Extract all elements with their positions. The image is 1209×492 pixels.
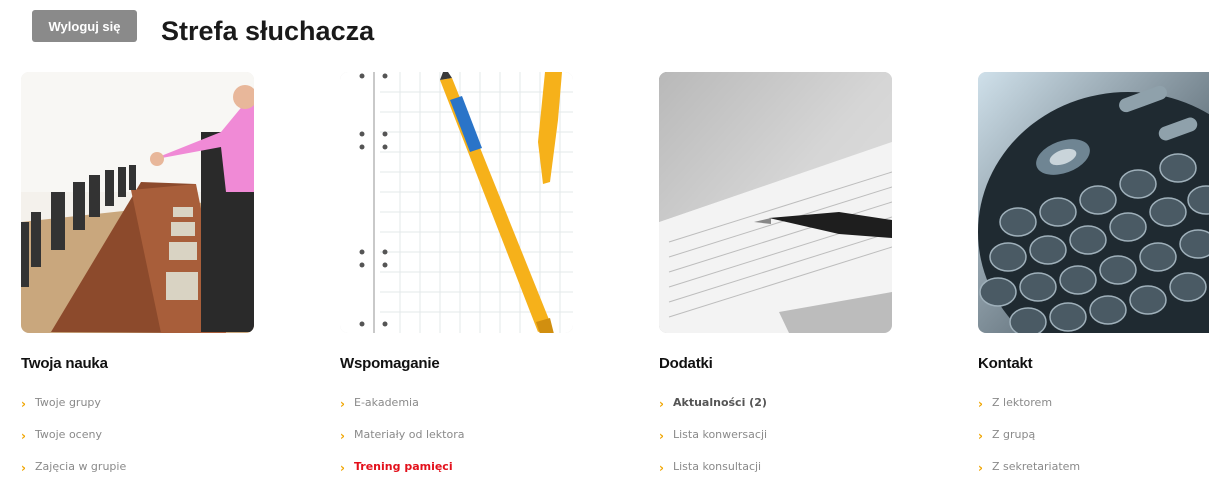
link-twoje-oceny[interactable]: Twoje oceny bbox=[35, 428, 102, 441]
link-materialy-od-lektora[interactable]: Materiały od lektora bbox=[354, 428, 464, 441]
link-trening-pamieci[interactable]: Trening pamięci bbox=[354, 460, 453, 473]
page-title: Strefa słuchacza bbox=[161, 16, 375, 46]
link-e-akademia[interactable]: E-akademia bbox=[354, 396, 419, 409]
list-item[interactable]: › Twoje grupy bbox=[21, 396, 261, 428]
link-z-grupa[interactable]: Z grupą bbox=[992, 428, 1035, 441]
link-z-lektorem[interactable]: Z lektorem bbox=[992, 396, 1052, 409]
phone-keypad-image[interactable] bbox=[978, 72, 1209, 333]
list-item[interactable]: › Z lektorem bbox=[978, 396, 1209, 428]
list-item[interactable]: › Lista konwersacji bbox=[659, 428, 899, 460]
chevron-right-icon: › bbox=[340, 397, 345, 411]
classroom-image[interactable] bbox=[21, 72, 254, 333]
notebook-pen-image[interactable] bbox=[340, 72, 573, 333]
chevron-right-icon: › bbox=[978, 461, 983, 475]
list-item[interactable]: › Trening pamięci bbox=[340, 460, 580, 492]
logout-button[interactable]: Wyloguj się bbox=[32, 10, 137, 42]
link-z-sekretariatem[interactable]: Z sekretariatem bbox=[992, 460, 1080, 473]
list-item[interactable]: › Z sekretariatem bbox=[978, 460, 1209, 492]
chevron-right-icon: › bbox=[21, 461, 26, 475]
chevron-right-icon: › bbox=[659, 429, 664, 443]
section-wspomaganie: Wspomaganie › E-akademia › Materiały od le… bbox=[340, 72, 580, 492]
chevron-right-icon: › bbox=[659, 397, 664, 411]
list-item[interactable]: › Zajęcia w grupie bbox=[21, 460, 261, 492]
section-dodatki: Dodatki › Aktualności (2) › Lista konwersa… bbox=[659, 72, 899, 492]
link-lista-konwersacji[interactable]: Lista konwersacji bbox=[673, 428, 767, 441]
list-item[interactable]: › Aktualności (2) bbox=[659, 396, 899, 428]
list-item[interactable]: › Materiały od lektora bbox=[340, 428, 580, 460]
chevron-right-icon: › bbox=[340, 429, 345, 443]
section-title: Kontakt bbox=[978, 355, 1033, 372]
link-aktualnosci[interactable]: Aktualności (2) bbox=[673, 396, 767, 409]
document-pen-image[interactable] bbox=[659, 72, 892, 333]
section-title: Dodatki bbox=[659, 355, 713, 372]
chevron-right-icon: › bbox=[21, 429, 26, 443]
list-item[interactable]: › Lista konsultacji bbox=[659, 460, 899, 492]
chevron-right-icon: › bbox=[978, 429, 983, 443]
section-title: Wspomaganie bbox=[340, 355, 440, 372]
chevron-right-icon: › bbox=[21, 397, 26, 411]
list-item[interactable]: › Twoje oceny bbox=[21, 428, 261, 460]
section-title: Twoja nauka bbox=[21, 355, 108, 372]
chevron-right-icon: › bbox=[340, 461, 345, 475]
section-twoja-nauka: Twoja nauka › Twoje grupy › Twoje oceny › Z… bbox=[21, 72, 261, 492]
section-kontakt: Kontakt › Z lektorem › Z grupą › Z sekretar… bbox=[978, 72, 1209, 492]
list-item[interactable]: › E-akademia bbox=[340, 396, 580, 428]
list-item[interactable]: › Z grupą bbox=[978, 428, 1209, 460]
link-zajecia-w-grupie[interactable]: Zajęcia w grupie bbox=[35, 460, 126, 473]
chevron-right-icon: › bbox=[978, 397, 983, 411]
link-lista-konsultacji[interactable]: Lista konsultacji bbox=[673, 460, 761, 473]
chevron-right-icon: › bbox=[659, 461, 664, 475]
link-twoje-grupy[interactable]: Twoje grupy bbox=[35, 396, 101, 409]
